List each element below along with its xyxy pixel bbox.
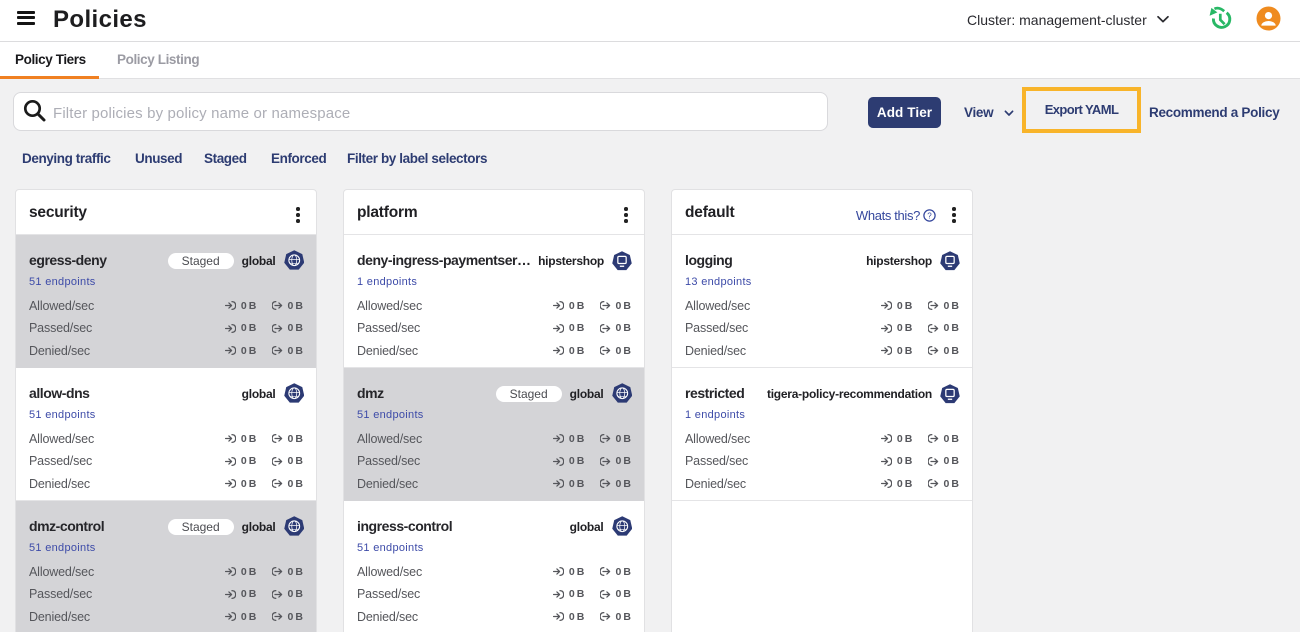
svg-text:?: ?: [927, 211, 932, 220]
